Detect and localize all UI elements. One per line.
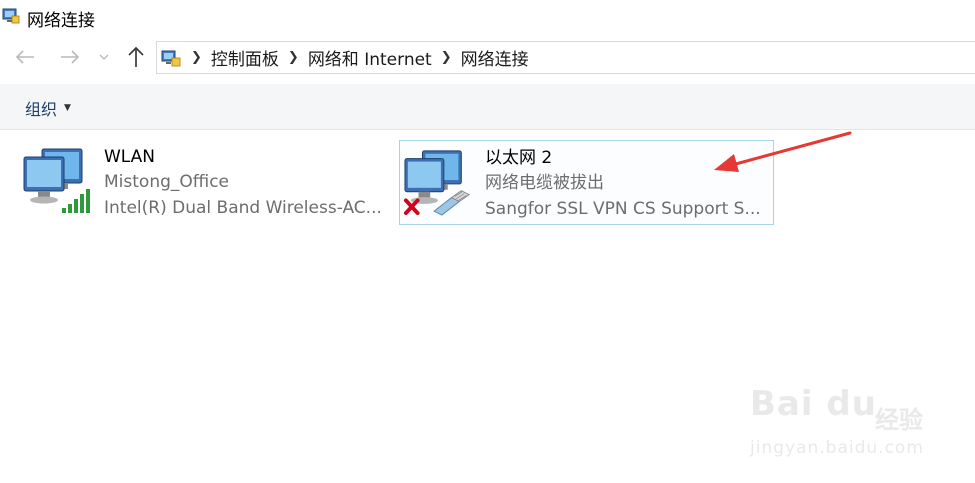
organize-menu-button[interactable]: 组织 ▼ xyxy=(25,96,71,120)
connection-status: Mistong_Office xyxy=(104,172,230,192)
ethernet-connection-icon xyxy=(403,150,471,216)
recent-locations-button[interactable] xyxy=(97,46,111,68)
error-x-icon xyxy=(403,198,420,216)
connection-name: WLAN xyxy=(104,147,156,167)
wifi-connection-icon xyxy=(23,148,90,213)
arrow-up-icon xyxy=(128,46,144,67)
forward-button[interactable] xyxy=(58,46,82,68)
connection-device: Sangfor SSL VPN CS Support S... xyxy=(485,199,761,219)
connection-device: Intel(R) Dual Band Wireless-AC... xyxy=(104,198,382,218)
breadcrumb-network-connections[interactable]: 网络连接 xyxy=(461,45,529,70)
caret-down-icon: ▼ xyxy=(64,103,71,113)
breadcrumb-control-panel[interactable]: 控制面板 xyxy=(211,45,279,70)
chevron-down-icon xyxy=(99,54,109,60)
title-bar: 网络连接 xyxy=(0,0,975,34)
window-title: 网络连接 xyxy=(27,11,95,31)
breadcrumb-separator-icon[interactable]: ❯ xyxy=(288,50,299,65)
command-bar: 组织 ▼ xyxy=(0,84,975,130)
network-connections-icon xyxy=(2,8,20,24)
signal-bars-icon xyxy=(62,189,90,213)
watermark-brand: Bai du xyxy=(750,384,877,424)
baidu-jingyan-watermark: Bai du 经验 jingyan.baidu.com xyxy=(745,372,975,472)
cable-plug-icon xyxy=(433,190,471,216)
address-bar[interactable]: ❯ 控制面板 ❯ 网络和 Internet ❯ 网络连接 xyxy=(156,41,975,74)
network-connections-icon xyxy=(161,50,181,66)
organize-label: 组织 xyxy=(25,100,58,119)
up-button[interactable] xyxy=(124,46,148,68)
breadcrumb-separator-icon[interactable]: ❯ xyxy=(191,50,202,65)
watermark-brand-suffix: 经验 xyxy=(875,406,923,434)
arrow-left-icon xyxy=(15,50,34,64)
annotation-arrow-icon xyxy=(714,131,852,172)
breadcrumb-network-internet[interactable]: 网络和 Internet xyxy=(308,45,432,70)
navigation-row: ❯ 控制面板 ❯ 网络和 Internet ❯ 网络连接 xyxy=(0,38,975,76)
breadcrumb-separator-icon[interactable]: ❯ xyxy=(441,50,452,65)
back-button[interactable] xyxy=(13,46,37,68)
watermark-url: jingyan.baidu.com xyxy=(750,438,924,458)
arrow-right-icon xyxy=(61,50,80,64)
connection-item-wlan[interactable]: WLAN Mistong_Office Intel(R) Dual Band W… xyxy=(18,140,390,225)
